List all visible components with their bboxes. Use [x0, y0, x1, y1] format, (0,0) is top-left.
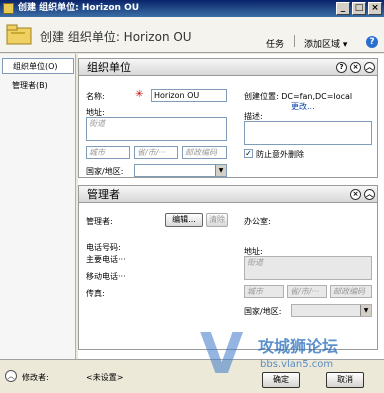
add-zone-menu[interactable]: 添加区域 ▾ — [304, 37, 347, 50]
dialog-footer: ︿ 修改者: <未设置> 确定 取消 — [0, 359, 384, 393]
city-field[interactable]: 城市 — [86, 146, 130, 159]
ok-button[interactable]: 确定 — [262, 372, 300, 388]
chevron-down-icon: ▼ — [215, 165, 226, 176]
street-field: 街道 — [244, 256, 372, 280]
zip-field: 邮政编码 — [330, 285, 372, 298]
help-icon[interactable]: ? — [366, 36, 378, 48]
minimize-button[interactable]: _ — [336, 2, 350, 15]
maximize-button[interactable]: □ — [352, 2, 366, 15]
main-panel: 组织单位 ? × ︿ 名称: ✳ Horizon OU 地址: 街道 城市 省/… — [78, 54, 384, 359]
country-select: ▼ — [291, 304, 372, 317]
clear-button[interactable]: 清除 — [206, 213, 228, 227]
chevron-down-icon: ▼ — [360, 305, 371, 316]
sidebar-item-label: 管理者(B) — [12, 81, 48, 90]
name-label: 名称: — [86, 92, 105, 101]
section-title: 组织单位 — [87, 61, 131, 74]
protect-checkbox[interactable]: ✓ — [244, 149, 253, 158]
country-select[interactable]: ▼ — [134, 164, 227, 177]
sidebar-item-label: 组织单位(O) — [13, 62, 58, 71]
edit-button[interactable]: 编辑... — [165, 213, 203, 227]
dialog-header: 创建 组织单位: Horizon OU 任务 添加区域 ▾ ? — [0, 17, 384, 53]
sidebar-item-manager[interactable]: 管理者(B) — [2, 78, 74, 94]
protect-label: 防止意外删除 — [256, 150, 304, 159]
modified-by-label: 修改者: — [22, 373, 49, 382]
folder-icon — [6, 24, 32, 45]
required-icon: ✳ — [135, 89, 144, 100]
manager-section-header: 管理者 × ︿ — [79, 186, 377, 203]
street-field[interactable]: 街道 — [86, 117, 227, 141]
close-icon[interactable]: × — [350, 189, 361, 200]
modified-by-value: <未设置> — [86, 373, 124, 382]
manager-section: 管理者 × ︿ 管理者: 编辑... 清除 办公室: 电话号码: 主要电话···… — [78, 185, 378, 350]
country-label: 国家/地区: — [86, 167, 124, 176]
main-phone-label: 主要电话··· — [86, 255, 126, 264]
state-field[interactable]: 省/市/··· — [134, 146, 178, 159]
country-label: 国家/地区: — [244, 307, 282, 316]
app-icon — [3, 3, 14, 14]
city-field: 城市 — [244, 285, 284, 298]
manager-label: 管理者: — [86, 217, 113, 226]
zip-field[interactable]: 邮政编码 — [182, 146, 227, 159]
ou-section-header: 组织单位 ? × ︿ — [79, 59, 377, 76]
sidebar: 组织单位(O) 管理者(B) — [0, 54, 76, 359]
fax-label: 传真: — [86, 289, 105, 298]
collapse-icon[interactable]: ︿ — [364, 189, 375, 200]
sidebar-item-ou[interactable]: 组织单位(O) — [2, 58, 74, 74]
window-title-bar: 创建 组织单位: Horizon OU _ □ × — [0, 0, 384, 17]
expand-up-icon[interactable]: ︿ — [5, 370, 17, 382]
tasks-menu[interactable]: 任务 — [266, 37, 284, 50]
close-button[interactable]: × — [368, 2, 382, 15]
header-divider — [294, 35, 295, 47]
office-label: 办公室: — [244, 217, 271, 226]
mobile-phone-label: 移动电话··· — [86, 272, 126, 281]
help-icon[interactable]: ? — [336, 62, 347, 73]
section-title: 管理者 — [87, 188, 120, 201]
phone-label: 电话号码: — [86, 243, 121, 252]
page-title: 创建 组织单位: Horizon OU — [40, 30, 192, 44]
change-location-link[interactable]: 更改... — [291, 101, 315, 112]
cancel-button[interactable]: 取消 — [326, 372, 364, 388]
state-field: 省/市/··· — [287, 285, 327, 298]
ou-section: 组织单位 ? × ︿ 名称: ✳ Horizon OU 地址: 街道 城市 省/… — [78, 58, 378, 178]
close-icon[interactable]: × — [350, 62, 361, 73]
name-field[interactable]: Horizon OU — [151, 89, 227, 102]
window-title: 创建 组织单位: Horizon OU — [18, 3, 140, 13]
description-field[interactable] — [244, 121, 372, 145]
collapse-icon[interactable]: ︿ — [364, 62, 375, 73]
